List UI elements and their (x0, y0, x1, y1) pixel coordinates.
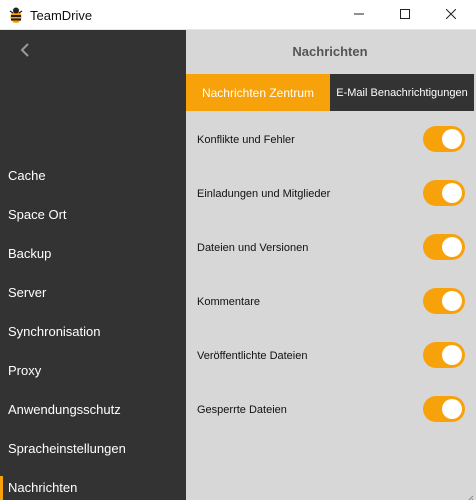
maximize-button[interactable] (382, 0, 428, 30)
toggle-konflikte[interactable] (423, 126, 465, 152)
sidebar-item-proxy[interactable]: Proxy (0, 353, 186, 387)
sidebar-item-label: Backup (8, 245, 52, 261)
toggle-knob (442, 237, 462, 257)
page-title: Nachrichten (292, 44, 368, 59)
sidebar-item-label: Server (8, 284, 47, 300)
toggle-knob (442, 183, 462, 203)
toggle-einladungen[interactable] (423, 180, 465, 206)
toggle-knob (442, 129, 462, 149)
sidebar-item-label: Space Ort (8, 206, 67, 222)
toggle-knob (442, 345, 462, 365)
sidebar-item-server[interactable]: Server (0, 275, 186, 309)
teamdrive-bee-icon (8, 6, 24, 24)
maximize-icon (400, 6, 410, 24)
title-bar: TeamDrive (0, 0, 476, 30)
toggle-veroeffentlichte[interactable] (423, 342, 465, 368)
sidebar-item-label: Spracheinstellungen (8, 440, 126, 456)
chevron-left-icon (20, 42, 30, 63)
toggle-knob (442, 291, 462, 311)
sidebar-item-label: Proxy (8, 362, 42, 378)
minimize-icon (354, 6, 364, 24)
toggle-kommentare[interactable] (423, 288, 465, 314)
tab-label: Nachrichten Zentrum (201, 85, 315, 100)
setting-label-veroeffentlichte: Veröffentlichte Dateien (197, 350, 308, 362)
setting-label-kommentare: Kommentare (197, 296, 260, 308)
sidebar-item-space-ort[interactable]: Space Ort (0, 197, 186, 231)
tab-email-benachrichtigungen[interactable]: E-Mail Benachrichtigungen (330, 74, 474, 111)
sidebar-item-backup[interactable]: Backup (0, 236, 186, 270)
back-button[interactable] (12, 38, 38, 66)
setting-label-konflikte: Konflikte und Fehler (197, 134, 295, 146)
sidebar-item-synchronisation[interactable]: Synchronisation (0, 314, 186, 348)
sidebar-item-label: Cache (8, 167, 46, 183)
minimize-button[interactable] (336, 0, 382, 30)
settings-sidebar: Cache Space Ort Backup Server Synchronis… (0, 30, 186, 500)
close-button[interactable] (428, 0, 474, 30)
sidebar-item-anwendungsschutz[interactable]: Anwendungsschutz (0, 392, 186, 426)
window-title: TeamDrive (30, 8, 93, 23)
setting-label-einladungen: Einladungen und Mitglieder (197, 188, 331, 200)
sidebar-item-label: Synchronisation (8, 323, 101, 339)
setting-label-gesperrte: Gesperrte Dateien (197, 404, 287, 416)
setting-label-dateien: Dateien und Versionen (197, 242, 309, 254)
resize-grip-icon[interactable] (466, 490, 474, 500)
sidebar-item-spracheinstellungen[interactable]: Spracheinstellungen (0, 431, 186, 465)
notifications-panel: Nachrichten Nachrichten Zentrum E-Mail B… (186, 30, 476, 500)
sidebar-item-nachrichten[interactable]: Nachrichten (0, 470, 186, 500)
tab-label: E-Mail Benachrichtigungen (336, 86, 468, 99)
close-icon (445, 6, 457, 24)
sidebar-item-label: Nachrichten (8, 479, 78, 495)
sidebar-item-cache[interactable]: Cache (0, 158, 186, 192)
toggle-knob (442, 399, 462, 419)
toggle-gesperrte[interactable] (423, 396, 465, 422)
toggle-dateien[interactable] (423, 234, 465, 260)
tab-nachrichten-zentrum[interactable]: Nachrichten Zentrum (186, 74, 330, 111)
sidebar-item-label: Anwendungsschutz (8, 401, 121, 417)
